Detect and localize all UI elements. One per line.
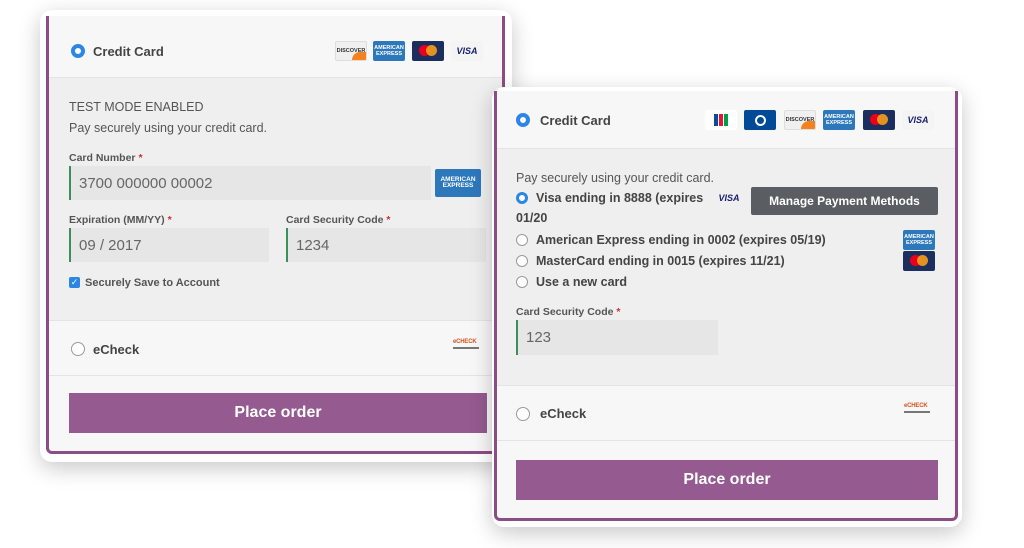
expiration-input[interactable]: 09 / 2017 xyxy=(69,228,269,262)
manage-payment-methods-button[interactable]: Manage Payment Methods xyxy=(751,187,938,215)
right-amex-logo-icon: AMERICAN EXPRESS xyxy=(823,110,855,130)
right-place-order-button[interactable]: Place order xyxy=(516,460,938,500)
use-new-card-radio[interactable] xyxy=(516,276,528,288)
right-credit-card-label: Credit Card xyxy=(540,113,611,128)
right-visa-logo-icon: VISA xyxy=(902,110,934,130)
mastercard-logo-icon xyxy=(412,41,444,61)
right-csc-input[interactable]: 123 xyxy=(516,320,718,355)
detected-amex-icon: AMERICAN EXPRESS xyxy=(435,169,481,197)
saved-visa-logo-icon: VISA xyxy=(718,193,740,203)
right-credit-card-row[interactable]: Credit Card DISCOVER AMERICAN EXPRESS VI… xyxy=(497,91,955,149)
saved-visa-label-cont: 01/20 xyxy=(516,211,548,225)
right-credit-card-radio[interactable] xyxy=(516,113,530,127)
saved-amex-label[interactable]: American Express ending in 0002 (expires… xyxy=(536,233,826,247)
right-echeck-radio[interactable] xyxy=(516,407,530,421)
visa-logo-icon: VISA xyxy=(451,41,483,61)
saved-mastercard-logo-icon xyxy=(903,251,935,271)
left-echeck-row[interactable]: eCheck eCHECK xyxy=(49,320,502,376)
saved-amex-radio[interactable] xyxy=(516,234,528,246)
left-pay-securely-text: Pay securely using your credit card. xyxy=(69,121,268,135)
right-echeck-row[interactable]: eCheck eCHECK xyxy=(497,385,955,441)
diners-logo-icon xyxy=(744,110,776,130)
left-credit-card-row[interactable]: Credit Card DISCOVER AMERICAN EXPRESS VI… xyxy=(49,16,502,78)
left-place-order-button[interactable]: Place order xyxy=(69,393,487,433)
save-to-account-checkbox[interactable]: ✓ xyxy=(69,277,80,288)
left-csc-input[interactable]: 1234 xyxy=(286,228,486,262)
saved-visa-label[interactable]: Visa ending in 8888 (expires xyxy=(536,191,703,205)
saved-amex-logo-icon: AMERICAN EXPRESS xyxy=(903,230,935,250)
discover-logo-icon: DISCOVER xyxy=(335,41,367,61)
left-credit-card-radio[interactable] xyxy=(71,44,85,58)
saved-visa-radio[interactable] xyxy=(516,192,528,204)
left-payment-box: Credit Card DISCOVER AMERICAN EXPRESS VI… xyxy=(46,16,505,454)
save-to-account-label: Securely Save to Account xyxy=(85,277,220,289)
card-number-input[interactable]: 3700 000000 00002 xyxy=(69,166,431,200)
test-mode-notice: TEST MODE ENABLED xyxy=(69,100,204,114)
card-number-label: Card Number * xyxy=(69,152,143,164)
left-echeck-radio[interactable] xyxy=(71,342,85,356)
saved-mastercard-radio[interactable] xyxy=(516,255,528,267)
left-echeck-label: eCheck xyxy=(93,342,140,357)
left-credit-card-label: Credit Card xyxy=(93,44,164,59)
right-mastercard-logo-icon xyxy=(863,110,895,130)
right-payment-box: Credit Card DISCOVER AMERICAN EXPRESS VI… xyxy=(494,91,958,521)
right-pay-securely-text: Pay securely using your credit card. xyxy=(516,171,715,185)
left-echeck-logo-icon: eCHECK xyxy=(453,339,483,359)
right-csc-label: Card Security Code * xyxy=(516,306,621,318)
jcb-logo-icon xyxy=(705,110,737,130)
saved-mastercard-label[interactable]: MasterCard ending in 0015 (expires 11/21… xyxy=(536,254,785,268)
expiration-label: Expiration (MM/YY) * xyxy=(69,214,172,226)
right-credit-card-panel: Pay securely using your credit card. Vis… xyxy=(497,149,955,385)
left-csc-label: Card Security Code * xyxy=(286,214,391,226)
left-credit-card-panel: TEST MODE ENABLED Pay securely using you… xyxy=(49,78,502,320)
use-new-card-label[interactable]: Use a new card xyxy=(536,275,627,289)
right-echeck-label: eCheck xyxy=(540,406,587,421)
amex-logo-icon: AMERICAN EXPRESS xyxy=(373,41,405,61)
right-echeck-logo-icon: eCHECK xyxy=(904,403,934,423)
right-discover-logo-icon: DISCOVER xyxy=(784,110,816,130)
